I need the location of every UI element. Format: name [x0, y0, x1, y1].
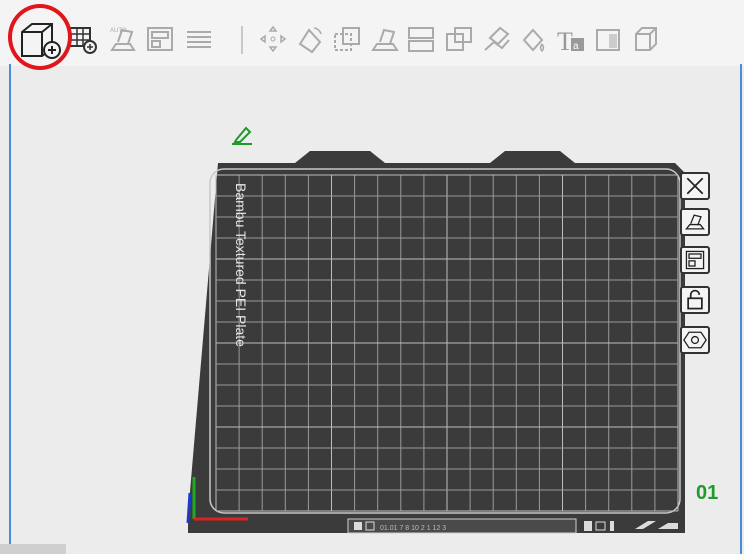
- move-icon: [259, 25, 287, 53]
- edit-plate-name-icon[interactable]: [230, 124, 254, 146]
- build-plate[interactable]: 01.01 7 8 10 2 1 12 3 Bambu Textured PEI…: [180, 145, 700, 543]
- arrange-button[interactable]: [145, 22, 175, 56]
- auto-orient-button[interactable]: AUTO: [108, 22, 138, 56]
- plate-number: 01: [696, 482, 719, 504]
- auto-orient-plate-button[interactable]: [680, 208, 710, 236]
- grid-plus-icon: [69, 27, 97, 54]
- svg-text:a: a: [573, 41, 579, 52]
- bottom-panel-tab[interactable]: [0, 544, 66, 554]
- lock-icon: [687, 289, 703, 310]
- seam-icon: [596, 29, 620, 51]
- seam-button[interactable]: [594, 22, 624, 56]
- close-icon: [686, 177, 704, 195]
- split-icon: [408, 27, 434, 52]
- scale-button[interactable]: [332, 22, 362, 56]
- rotate-icon: [298, 27, 322, 54]
- color-paint-icon: [522, 28, 545, 53]
- lay-on-face-button[interactable]: [370, 22, 400, 56]
- toolbar-separator: [241, 26, 243, 54]
- arrange-plate-button[interactable]: [680, 246, 710, 274]
- lock-plate-button[interactable]: [680, 286, 710, 314]
- arrange-icon: [147, 27, 173, 51]
- layers-icon: [187, 31, 211, 48]
- plate-settings-button[interactable]: [680, 326, 710, 354]
- support-paint-icon: [484, 26, 510, 51]
- text-button[interactable]: T a: [556, 22, 586, 56]
- add-object-highlight-circle: [8, 4, 72, 70]
- add-plate-button[interactable]: [68, 22, 98, 56]
- hexagon-icon: [683, 331, 707, 349]
- main-toolbar: AUTO T a: [0, 0, 744, 66]
- measure-button[interactable]: [630, 22, 660, 56]
- support-paint-button[interactable]: [482, 22, 512, 56]
- cut-button[interactable]: [444, 22, 474, 56]
- text-icon: T a: [557, 27, 584, 56]
- measure-icon: [635, 27, 657, 51]
- plate-footer-text: 01.01 7 8 10 2 1 12 3: [380, 525, 446, 532]
- svg-text:T: T: [557, 27, 573, 56]
- rotate-button[interactable]: [294, 22, 324, 56]
- plate-type-label: Bambu Textured PEI Plate: [233, 183, 249, 347]
- lay-on-face-icon: [371, 28, 399, 51]
- cut-icon: [446, 27, 472, 51]
- delete-plate-button[interactable]: [680, 172, 710, 200]
- scale-icon: [334, 27, 360, 51]
- split-button[interactable]: [406, 22, 436, 56]
- move-button[interactable]: [258, 22, 288, 56]
- auto-orient-icon: AUTO: [110, 28, 136, 51]
- layers-button[interactable]: [184, 22, 214, 56]
- arrange-icon: [685, 250, 705, 270]
- auto-orient-icon: [685, 214, 705, 230]
- svg-text:AUTO: AUTO: [110, 28, 127, 34]
- color-paint-button[interactable]: [518, 22, 548, 56]
